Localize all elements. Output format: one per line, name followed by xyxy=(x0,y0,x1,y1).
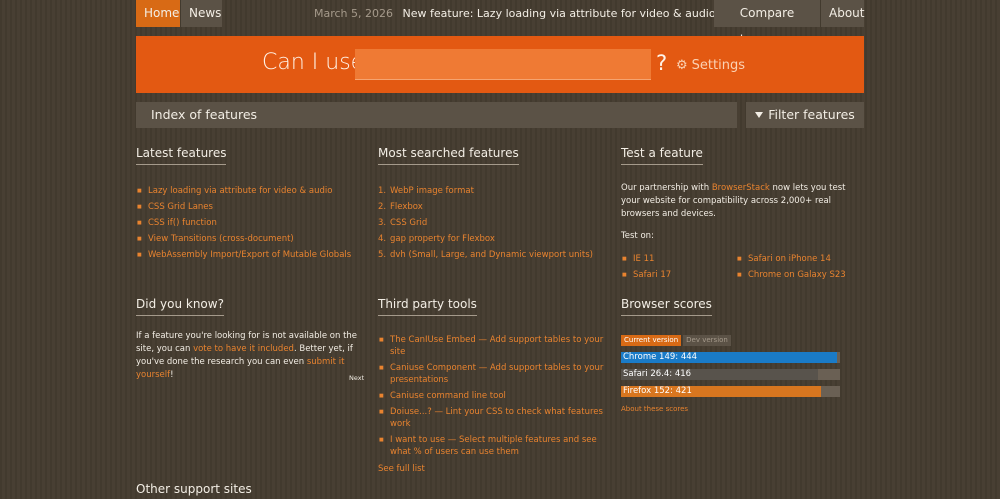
test-item[interactable]: Safari 17 xyxy=(621,267,736,283)
test-item[interactable]: Safari on iPhone 14 xyxy=(736,251,851,267)
most-searched-item[interactable]: 3. CSS Grid xyxy=(378,215,608,231)
other-support-sites-title: Other support sites xyxy=(136,482,252,496)
did-you-know-section: Did you know? If a feature you're lookin… xyxy=(136,293,368,382)
banner-question-mark: ? xyxy=(656,51,668,75)
most-searched-item[interactable]: 2. Flexbox xyxy=(378,199,608,215)
item-number: 3. xyxy=(378,218,387,228)
nav-compare-browsers[interactable]: Compare browsers xyxy=(714,0,820,47)
latest-feature-item[interactable]: CSS Grid Lanes xyxy=(136,199,366,215)
latest-feature-item[interactable]: Lazy loading via attribute for video & a… xyxy=(136,183,366,199)
test-item[interactable]: IE 11 xyxy=(621,251,736,267)
most-searched-item[interactable]: 1. WebP image format xyxy=(378,183,608,199)
test-on-label: Test on: xyxy=(621,231,654,241)
gear-icon: ⚙ xyxy=(676,58,688,73)
news-date: March 5, 2026 xyxy=(314,7,394,20)
about-scores-link[interactable]: About these scores xyxy=(621,405,851,413)
item-label: Flexbox xyxy=(390,202,423,212)
section-title: Browser scores xyxy=(621,297,712,316)
nav-news[interactable]: News xyxy=(181,0,222,27)
version-toggle: Current version Dev version xyxy=(621,335,851,346)
nav-about[interactable]: About xyxy=(821,0,864,27)
section-title: Latest features xyxy=(136,146,227,165)
item-label: CSS Grid xyxy=(390,218,428,228)
search-input[interactable] xyxy=(355,49,651,80)
item-number: 5. xyxy=(378,250,387,260)
latest-feature-item[interactable]: View Transitions (cross-document) xyxy=(136,231,366,247)
third-party-item[interactable]: Doiuse...? — Lint your CSS to check what… xyxy=(378,406,608,430)
section-title: Most searched features xyxy=(378,146,519,165)
item-number: 4. xyxy=(378,234,387,244)
most-searched-item[interactable]: 4. gap property for Flexbox xyxy=(378,231,608,247)
news-text[interactable]: New feature: Lazy loading via attribute … xyxy=(403,7,716,20)
settings-label: Settings xyxy=(691,58,745,73)
score-bar: Chrome 149: 444 xyxy=(621,352,840,363)
third-party-list: The CanIUse Embed — Add support tables t… xyxy=(378,334,608,458)
most-searched-section: Most searched features 1. WebP image form… xyxy=(378,142,608,263)
vote-link[interactable]: vote to have it included xyxy=(193,344,294,354)
banner-title: Can I use xyxy=(262,50,365,75)
dev-version-button[interactable]: Dev version xyxy=(683,335,731,346)
latest-features-list: Lazy loading via attribute for video & a… xyxy=(136,183,366,263)
current-version-button[interactable]: Current version xyxy=(621,335,682,346)
most-searched-item[interactable]: 5. dvh (Small, Large, and Dynamic viewpor… xyxy=(378,247,608,263)
item-label: dvh (Small, Large, and Dynamic viewport … xyxy=(390,250,593,260)
search-banner: Can I use ? ⚙ Settings xyxy=(136,36,864,93)
third-party-item[interactable]: I want to use — Select multiple features… xyxy=(378,434,608,458)
section-title: Third party tools xyxy=(378,297,477,316)
filter-features-button[interactable]: Filter features xyxy=(746,102,864,128)
see-full-list-link[interactable]: See full list xyxy=(378,464,608,474)
score-bar-label: Firefox 152: 421 xyxy=(623,386,692,396)
latest-feature-item[interactable]: CSS if() function xyxy=(136,215,366,231)
latest-features-section: Latest features Lazy loading via attribu… xyxy=(136,142,366,263)
third-party-item[interactable]: Caniuse Component — Add support tables t… xyxy=(378,362,608,386)
test-feature-section: Test a feature Our partnership with Brow… xyxy=(621,142,851,283)
test-item[interactable]: Chrome on Galaxy S23 xyxy=(736,267,851,283)
did-you-know-text: If a feature you're looking for is not a… xyxy=(136,331,358,380)
third-party-item[interactable]: The CanIUse Embed — Add support tables t… xyxy=(378,334,608,358)
score-bar-label: Safari 26.4: 416 xyxy=(623,369,692,379)
item-label: WebP image format xyxy=(390,186,474,196)
item-number: 1. xyxy=(378,186,387,196)
section-title: Did you know? xyxy=(136,297,224,316)
latest-feature-item[interactable]: WebAssembly Import/Export of Mutable Glo… xyxy=(136,247,366,263)
funnel-icon xyxy=(755,112,764,118)
browser-scores-section: Browser scores Current version Dev versio… xyxy=(621,293,851,413)
browserstack-link[interactable]: BrowserStack xyxy=(712,183,770,193)
third-party-item[interactable]: Caniuse command line tool xyxy=(378,390,608,402)
top-nav: Home News March 5, 2026 New feature: Laz… xyxy=(136,0,864,47)
third-party-section: Third party tools The CanIUse Embed — Ad… xyxy=(378,293,608,474)
score-bar-label: Chrome 149: 444 xyxy=(623,352,698,362)
item-number: 2. xyxy=(378,202,387,212)
test-on-list: IE 11 Safari on iPhone 14 Safari 17 Chro… xyxy=(621,251,851,283)
item-label: gap property for Flexbox xyxy=(390,234,495,244)
test-description: Our partnership with BrowserStack now le… xyxy=(621,183,846,219)
index-of-features[interactable]: Index of features xyxy=(136,102,737,128)
next-tip-button[interactable]: Next xyxy=(349,374,364,382)
most-searched-list: 1. WebP image format 2. Flexbox 3. CSS Grid 4.… xyxy=(378,183,608,263)
news-ticker[interactable]: March 5, 2026 New feature: Lazy loading … xyxy=(314,0,716,27)
score-bar: Safari 26.4: 416 xyxy=(621,369,840,380)
filter-label: Filter features xyxy=(768,107,855,122)
score-bars: Chrome 149: 444 Safari 26.4: 416 Firefox 1… xyxy=(621,352,851,397)
nav-home[interactable]: Home xyxy=(136,0,180,27)
settings-button[interactable]: ⚙ Settings xyxy=(676,58,745,73)
score-bar: Firefox 152: 421 xyxy=(621,386,840,397)
section-title: Test a feature xyxy=(621,146,703,165)
